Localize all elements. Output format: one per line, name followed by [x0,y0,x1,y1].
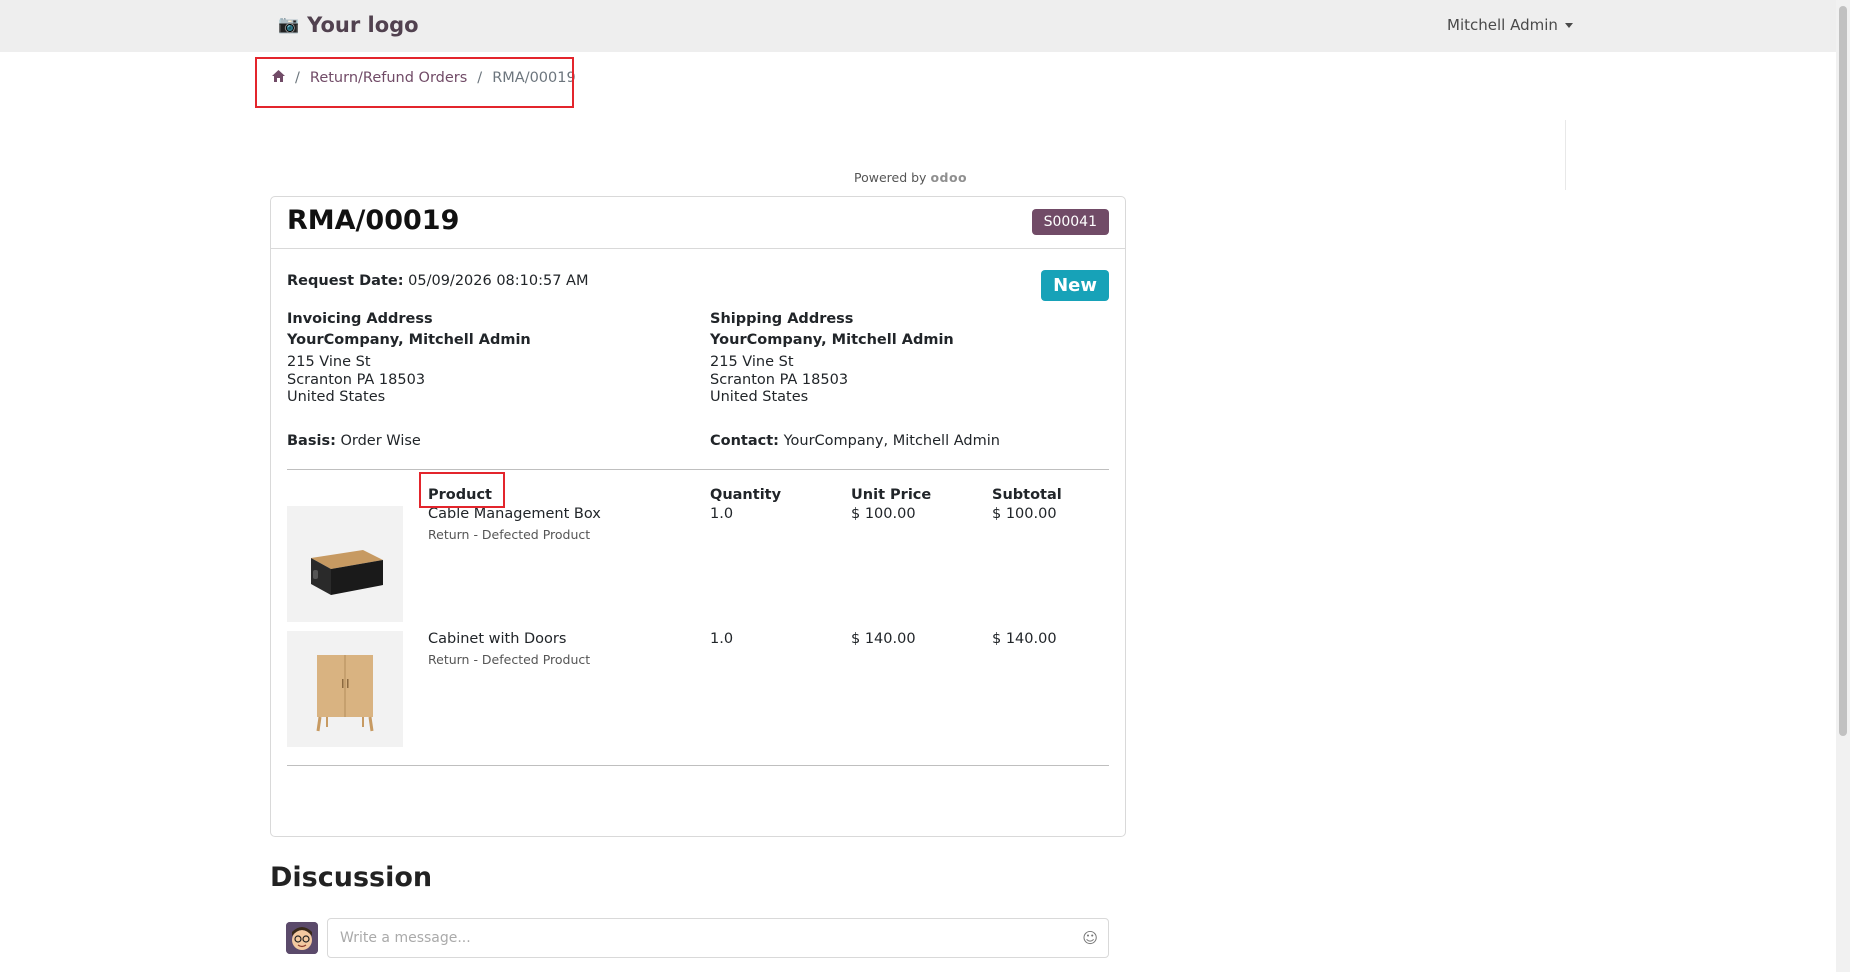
line-quantity: 1.0 [710,631,734,647]
shipping-address-line: Scranton PA 18503 [710,371,849,388]
column-header-subtotal: Subtotal [992,487,1062,503]
shipping-address-heading: Shipping Address [710,311,854,327]
highlight-box-breadcrumb [255,57,574,108]
basis-label: Basis: [287,433,336,449]
logo-text: Your logo [307,13,419,37]
rma-card-header: RMA/00019 S00041 [271,197,1125,249]
line-unit-price: $ 100.00 [851,506,916,522]
line-return-reason: Return - Defected Product [428,527,591,542]
page-scrollbar[interactable] [1836,0,1850,972]
top-navbar: 📷 Your logo Mitchell Admin [0,0,1836,52]
product-image-cabinet-with-doors[interactable] [287,631,403,747]
basis: Basis: Order Wise [287,433,421,449]
camera-icon: 📷 [278,15,300,35]
line-quantity: 1.0 [710,506,734,522]
line-product-name: Cabinet with Doors [428,631,567,647]
invoicing-address-line: 215 Vine St [287,354,371,370]
invoicing-address-heading: Invoicing Address [287,311,433,327]
request-date-label: Request Date: [287,273,404,289]
scrollbar-thumb[interactable] [1839,6,1847,736]
highlight-box-product-header [419,472,505,508]
shipping-address-line: United States [710,389,809,405]
user-avatar [286,922,318,954]
request-date: Request Date: 05/09/2026 08:10:57 AM [287,273,588,289]
line-return-reason: Return - Defected Product [428,652,591,667]
contact-label: Contact: [710,433,779,449]
invoicing-address-line: Scranton PA 18503 [287,371,426,388]
basis-value: Order Wise [340,433,421,449]
powered-by-prefix: Powered by [854,170,927,185]
rma-card: RMA/00019 S00041 Request Date: 05/09/202… [270,196,1126,837]
shipping-address: Shipping Address YourCompany, Mitchell A… [710,311,954,407]
discussion-title: Discussion [270,862,433,893]
line-unit-price: $ 140.00 [851,631,916,647]
divider [287,469,1109,470]
divider [287,765,1109,766]
product-image-cable-management-box[interactable] [287,506,403,622]
invoicing-address-name: YourCompany, Mitchell Admin [287,331,531,348]
contact-value: YourCompany, Mitchell Admin [783,433,1000,449]
shipping-address-line: 215 Vine St [710,354,794,370]
message-input[interactable] [338,919,1062,957]
divider [1565,120,1566,190]
message-composer: ☺ [327,918,1109,958]
emoji-icon[interactable]: ☺ [1082,929,1098,947]
column-header-unit-price: Unit Price [851,487,932,503]
user-menu-dropdown[interactable]: Mitchell Admin [1447,16,1573,34]
company-logo[interactable]: 📷 Your logo [278,13,419,37]
line-subtotal: $ 100.00 [992,506,1057,522]
sale-order-badge[interactable]: S00041 [1031,209,1109,235]
line-subtotal: $ 140.00 [992,631,1057,647]
powered-by: Powered by odoo [854,170,967,185]
caret-down-icon [1564,22,1573,28]
invoicing-address: Invoicing Address YourCompany, Mitchell … [287,311,531,407]
rma-title: RMA/00019 [287,205,460,236]
contact: Contact: YourCompany, Mitchell Admin [710,433,1000,449]
invoicing-address-line: United States [287,389,386,405]
column-header-quantity: Quantity [710,487,782,503]
request-date-value: 05/09/2026 08:10:57 AM [408,273,589,289]
odoo-brand[interactable]: odoo [930,170,967,185]
user-name: Mitchell Admin [1447,16,1558,34]
line-product-name: Cable Management Box [428,506,601,522]
state-badge: New [1041,270,1109,301]
shipping-address-name: YourCompany, Mitchell Admin [710,331,954,348]
